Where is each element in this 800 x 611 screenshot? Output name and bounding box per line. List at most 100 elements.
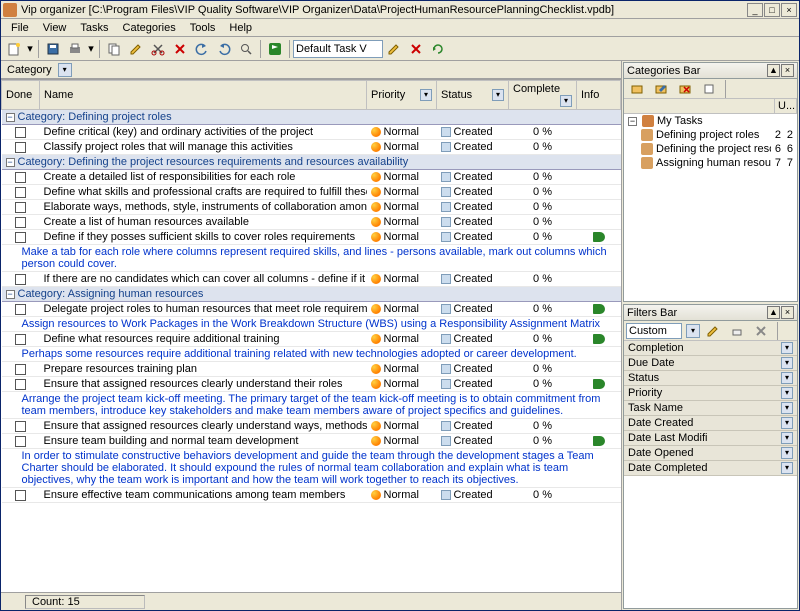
task-row[interactable]: Define what resources require additional… <box>2 332 621 347</box>
chevron-down-icon[interactable]: ▾ <box>781 357 793 369</box>
filter-row[interactable]: Date Completed▾ <box>624 461 797 476</box>
combo-edit-button[interactable] <box>383 39 405 59</box>
panel-pin-button[interactable]: ▲ <box>767 306 780 319</box>
task-row[interactable]: Ensure effective team communications amo… <box>2 488 621 503</box>
task-row[interactable]: Delegate project roles to human resource… <box>2 302 621 317</box>
categories-tree[interactable]: U... − My Tasks Defining project roles22… <box>624 99 797 301</box>
task-row[interactable]: If there are no candidates which can cov… <box>2 272 621 287</box>
done-checkbox[interactable] <box>15 334 26 345</box>
filter-row[interactable]: Due Date▾ <box>624 356 797 371</box>
menu-categories[interactable]: Categories <box>117 21 182 35</box>
save-button[interactable] <box>42 39 64 59</box>
maximize-button[interactable]: □ <box>764 3 780 17</box>
task-row[interactable]: Ensure that assigned resources clearly u… <box>2 419 621 434</box>
done-checkbox[interactable] <box>15 142 26 153</box>
tree-item[interactable]: Assigning human resources77 <box>624 156 797 170</box>
print-button[interactable] <box>64 39 86 59</box>
chevron-down-icon[interactable]: ▾ <box>781 462 793 474</box>
task-grid[interactable]: Done Name Priority▾ Status▾ Complete▾ In… <box>1 79 621 592</box>
default-task-combo[interactable] <box>293 40 383 58</box>
col-status[interactable]: Status▾ <box>437 81 509 110</box>
category-row[interactable]: −Category: Assigning human resources <box>2 287 621 302</box>
minimize-button[interactable]: _ <box>747 3 763 17</box>
panel-close-button[interactable]: × <box>781 306 794 319</box>
filter-row[interactable]: Priority▾ <box>624 386 797 401</box>
chevron-down-icon[interactable]: ▾ <box>781 432 793 444</box>
task-row[interactable]: Define what skills and professional craf… <box>2 185 621 200</box>
menu-help[interactable]: Help <box>223 21 258 35</box>
done-checkbox[interactable] <box>15 274 26 285</box>
done-checkbox[interactable] <box>15 304 26 315</box>
chevron-down-icon[interactable]: ▾ <box>492 89 504 101</box>
col-complete[interactable]: Complete▾ <box>509 81 577 110</box>
cat-del-button[interactable] <box>674 79 696 99</box>
col-name[interactable]: Name <box>40 81 367 110</box>
chevron-down-icon[interactable]: ▾ <box>420 89 432 101</box>
menu-tasks[interactable]: Tasks <box>74 21 114 35</box>
collapse-icon[interactable]: − <box>6 113 15 122</box>
copy-button[interactable] <box>103 39 125 59</box>
task-row[interactable]: Define critical (key) and ordinary activ… <box>2 125 621 140</box>
done-checkbox[interactable] <box>15 187 26 198</box>
chevron-down-icon[interactable]: ▾ <box>781 417 793 429</box>
category-row[interactable]: −Category: Defining the project resource… <box>2 155 621 170</box>
chevron-down-icon[interactable]: ▾ <box>781 447 793 459</box>
delete-button[interactable] <box>169 39 191 59</box>
close-button[interactable]: × <box>781 3 797 17</box>
edit-button[interactable] <box>125 39 147 59</box>
filter-row[interactable]: Date Created▾ <box>624 416 797 431</box>
filter-row[interactable]: Date Opened▾ <box>624 446 797 461</box>
new-db-button[interactable] <box>3 39 25 59</box>
done-checkbox[interactable] <box>15 202 26 213</box>
tree-item[interactable]: Defining project roles22 <box>624 128 797 142</box>
print-dd[interactable]: ▾ <box>86 39 96 59</box>
info-icon[interactable] <box>593 232 605 242</box>
chevron-down-icon[interactable]: ▾ <box>686 324 700 338</box>
task-row[interactable]: Prepare resources training planNormalCre… <box>2 362 621 377</box>
task-row[interactable]: Ensure team building and normal team dev… <box>2 434 621 449</box>
info-icon[interactable] <box>593 379 605 389</box>
cat-new-button[interactable] <box>626 79 648 99</box>
done-checkbox[interactable] <box>15 172 26 183</box>
filter-delete-button[interactable] <box>750 321 772 341</box>
filter-row[interactable]: Status▾ <box>624 371 797 386</box>
chevron-down-icon[interactable]: ▾ <box>781 372 793 384</box>
done-checkbox[interactable] <box>15 127 26 138</box>
undo-button[interactable] <box>191 39 213 59</box>
filter-preset-combo[interactable] <box>626 323 682 339</box>
refresh-button[interactable] <box>427 39 449 59</box>
chevron-down-icon[interactable]: ▾ <box>781 402 793 414</box>
done-checkbox[interactable] <box>15 364 26 375</box>
done-checkbox[interactable] <box>15 421 26 432</box>
menu-view[interactable]: View <box>37 21 73 35</box>
info-icon[interactable] <box>593 304 605 314</box>
filter-clear-button[interactable] <box>726 321 748 341</box>
task-row[interactable]: Elaborate ways, methods, style, instrume… <box>2 200 621 215</box>
cat-props-button[interactable] <box>698 79 720 99</box>
task-row[interactable]: Create a detailed list of responsibiliti… <box>2 170 621 185</box>
done-checkbox[interactable] <box>15 217 26 228</box>
new-db-dd[interactable]: ▾ <box>25 39 35 59</box>
filter-row[interactable]: Completion▾ <box>624 341 797 356</box>
info-icon[interactable] <box>593 436 605 446</box>
done-checkbox[interactable] <box>15 436 26 447</box>
info-icon[interactable] <box>593 334 605 344</box>
tree-root[interactable]: − My Tasks <box>624 114 797 128</box>
filter-row[interactable]: Task Name▾ <box>624 401 797 416</box>
collapse-icon[interactable]: − <box>628 117 637 126</box>
task-row[interactable]: Classify project roles that will manage … <box>2 140 621 155</box>
panel-close-button[interactable]: × <box>781 64 794 77</box>
done-checkbox[interactable] <box>15 379 26 390</box>
done-checkbox[interactable] <box>15 490 26 501</box>
chevron-down-icon[interactable]: ▾ <box>781 342 793 354</box>
collapse-icon[interactable]: − <box>6 158 15 167</box>
panel-pin-button[interactable]: ▲ <box>767 64 780 77</box>
filter-category-dd[interactable]: ▾ <box>58 63 72 77</box>
category-row[interactable]: −Category: Defining project roles <box>2 110 621 125</box>
menu-file[interactable]: File <box>5 21 35 35</box>
done-checkbox[interactable] <box>15 232 26 243</box>
tree-item[interactable]: Defining the project resources requir66 <box>624 142 797 156</box>
combo-delete-button[interactable] <box>405 39 427 59</box>
menu-tools[interactable]: Tools <box>184 21 222 35</box>
find-button[interactable] <box>235 39 257 59</box>
